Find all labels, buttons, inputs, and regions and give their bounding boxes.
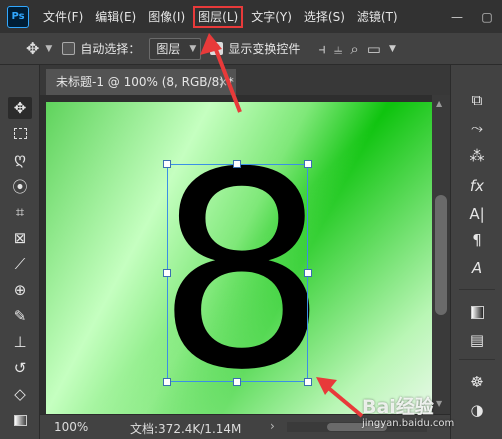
watermark-logo: Bai经验 <box>362 396 434 418</box>
transform-handle-top-right[interactable] <box>304 160 312 168</box>
lasso-tool-icon[interactable]: ღ <box>8 148 32 170</box>
glyphs-panel-icon[interactable]: A <box>464 257 490 279</box>
eyedropper-icon[interactable]: ⟋ <box>8 253 32 275</box>
history-brush-icon[interactable]: ↺ <box>8 357 32 379</box>
menu-file[interactable]: 文件(F) <box>39 6 87 28</box>
workspace-icon[interactable]: ▭ <box>367 40 381 58</box>
dropdown-value: 图层 <box>156 41 181 56</box>
menu-edit[interactable]: 编辑(E) <box>91 6 140 28</box>
paragraph-panel-icon[interactable]: ¶ <box>464 229 490 251</box>
auto-select-checkbox[interactable] <box>62 42 76 55</box>
tab-document[interactable]: 未标题-1 @ 100% (8, RGB/8) * × <box>46 69 236 95</box>
transform-bounding-box[interactable] <box>167 164 308 382</box>
align-center-icon[interactable]: ⫨ <box>334 40 342 58</box>
zoom-level[interactable]: 100% <box>54 420 88 434</box>
menu-image[interactable]: 图像(I) <box>144 6 189 28</box>
transform-handle-middle-left[interactable] <box>163 269 171 277</box>
photoshop-logo[interactable]: Ps <box>7 5 29 28</box>
toolbar-left: ✥ ღ ⦿ ⌗ ⊠ ⟋ ⊕ ✎ ⊥ ↺ ◇ <box>0 65 40 439</box>
panel-dock-right: ⧉ ⤳ ⁂ fx A| ¶ A ▤ ☸ ◑ <box>450 65 502 439</box>
scroll-up-icon[interactable]: ▲ <box>436 99 442 108</box>
chevron-down-icon: ▼ <box>189 43 197 54</box>
show-transform-checkbox[interactable]: ✓ <box>210 42 224 55</box>
paths-panel-icon[interactable]: ⤳ <box>464 117 490 139</box>
search-icon[interactable]: ⌕ <box>350 40 358 58</box>
styles-panel-icon[interactable]: fx <box>464 175 490 197</box>
chevron-down-icon[interactable]: ▼ <box>45 44 52 54</box>
move-tool-icon[interactable]: ✥ <box>8 97 32 119</box>
stamp-tool-icon[interactable]: ⊥ <box>8 331 32 353</box>
menu-filter[interactable]: 滤镜(T) <box>353 6 402 28</box>
history-panel-icon[interactable]: ⧉ <box>464 89 490 111</box>
show-transform-label: 显示变换控件 <box>228 42 301 56</box>
chevron-right-icon[interactable]: › <box>270 419 275 433</box>
channels-panel-icon[interactable]: ⁂ <box>464 145 490 167</box>
transform-handle-top-center[interactable] <box>233 160 241 168</box>
quick-select-icon[interactable]: ⦿ <box>8 175 32 197</box>
gradient-tool-icon[interactable] <box>8 409 32 431</box>
transform-handle-top-left[interactable] <box>163 160 171 168</box>
transform-handle-bottom-right[interactable] <box>304 378 312 386</box>
transform-handle-bottom-center[interactable] <box>233 378 241 386</box>
vertical-scrollbar[interactable]: ▲ ▼ <box>432 95 450 414</box>
restore-icon[interactable]: ▢ <box>472 0 502 33</box>
auto-select-target-dropdown[interactable]: 图层 ▼ <box>149 37 202 60</box>
panel-divider <box>459 289 495 290</box>
menu-bar: Ps 文件(F) 编辑(E) 图像(I) 图层(L) 文字(Y) 选择(S) 滤… <box>0 0 502 33</box>
align-left-icon[interactable]: ⫞ <box>318 40 326 58</box>
notes-panel-icon[interactable]: ▤ <box>464 329 490 351</box>
transform-handle-bottom-left[interactable] <box>163 378 171 386</box>
document-info: 文档:372.4K/1.14M <box>130 422 242 436</box>
crop-tool-icon[interactable]: ⌗ <box>8 201 32 223</box>
baidu-watermark: Bai经验 jingyan.baidu.com <box>362 396 482 436</box>
color-panel-icon[interactable]: ☸ <box>464 371 490 393</box>
menu-type[interactable]: 文字(Y) <box>247 6 296 28</box>
frame-tool-icon[interactable]: ⊠ <box>8 227 32 249</box>
menu-layer[interactable]: 图层(L) <box>193 5 244 28</box>
watermark-url: jingyan.baidu.com <box>362 418 455 429</box>
chevron-down-icon[interactable]: ▼ <box>389 44 396 54</box>
swatches-panel-icon[interactable] <box>464 301 490 323</box>
transform-handle-middle-right[interactable] <box>304 269 312 277</box>
minimize-icon[interactable]: — <box>442 0 472 33</box>
panel-divider <box>459 359 495 360</box>
eraser-icon[interactable]: ◇ <box>8 383 32 405</box>
brush-tool-icon[interactable]: ✎ <box>8 305 32 327</box>
move-tool-preset-icon[interactable]: ✥ <box>26 39 39 58</box>
options-bar: ✥ ▼ 自动选择： 图层 ▼ ✓ 显示变换控件 ⫞ ⫨ ⌕ ▭ ▼ <box>0 33 502 65</box>
character-panel-icon[interactable]: A| <box>464 203 490 225</box>
auto-select-label: 自动选择： <box>80 42 141 56</box>
document-tab-bar: 未标题-1 @ 100% (8, RGB/8) * × <box>40 65 450 95</box>
tab-title: 未标题-1 @ 100% (8, RGB/8) * <box>56 75 234 89</box>
marquee-tool-icon[interactable] <box>8 122 32 144</box>
menu-select[interactable]: 选择(S) <box>300 6 349 28</box>
vertical-scroll-thumb[interactable] <box>435 195 447 315</box>
close-icon[interactable]: × <box>218 69 228 95</box>
healing-brush-icon[interactable]: ⊕ <box>8 279 32 301</box>
